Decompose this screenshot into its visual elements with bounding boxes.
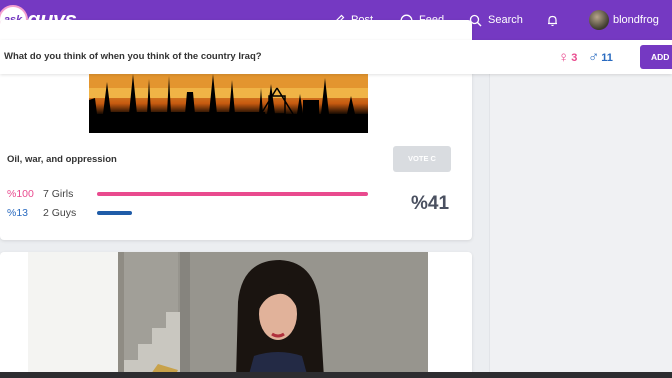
user-menu[interactable]: blondfrog	[589, 10, 659, 30]
notifications-button[interactable]	[546, 11, 565, 29]
bell-icon	[548, 15, 557, 26]
girls-percent: %100	[7, 188, 34, 200]
guys-voter-count: 2 Guys	[43, 207, 77, 219]
taskbar-edge	[0, 372, 672, 378]
username: blondfrog	[613, 14, 659, 26]
iraq-oilfield-image	[89, 74, 368, 133]
guys-count: 11	[601, 51, 613, 64]
girls-opinion-count[interactable]: ♀ 3	[558, 49, 577, 66]
woman-photo	[28, 252, 428, 378]
female-icon: ♀	[558, 49, 570, 66]
nav-search-label: Search	[488, 14, 523, 26]
add-opinion-button[interactable]: ADD	[640, 45, 672, 69]
question-bar: What do you think of when you think of t…	[0, 40, 672, 74]
question-title: What do you think of when you think of t…	[4, 51, 262, 62]
girls-count: 3	[571, 51, 578, 64]
poll-option-text: Oil, war, and oppression	[7, 154, 117, 165]
next-question-photo[interactable]	[28, 252, 428, 378]
avatar	[589, 10, 609, 30]
guys-opinion-count[interactable]: ♂ 11	[588, 49, 613, 66]
guys-percent: %13	[7, 207, 29, 219]
overall-percent: %41	[411, 193, 450, 214]
male-icon: ♂	[588, 49, 600, 66]
girls-result-bar	[97, 192, 368, 196]
girls-result-row: %100 7 Girls	[7, 187, 93, 201]
nav-search[interactable]: Search	[469, 11, 523, 29]
guys-result-row: %13 2 Guys	[7, 206, 93, 220]
oilfield-silhouette	[89, 74, 368, 133]
right-sidebar	[489, 74, 672, 378]
guys-result-bar	[97, 211, 132, 215]
girls-voter-count: 7 Girls	[43, 188, 74, 200]
vote-button[interactable]: VOTE C	[393, 146, 451, 172]
